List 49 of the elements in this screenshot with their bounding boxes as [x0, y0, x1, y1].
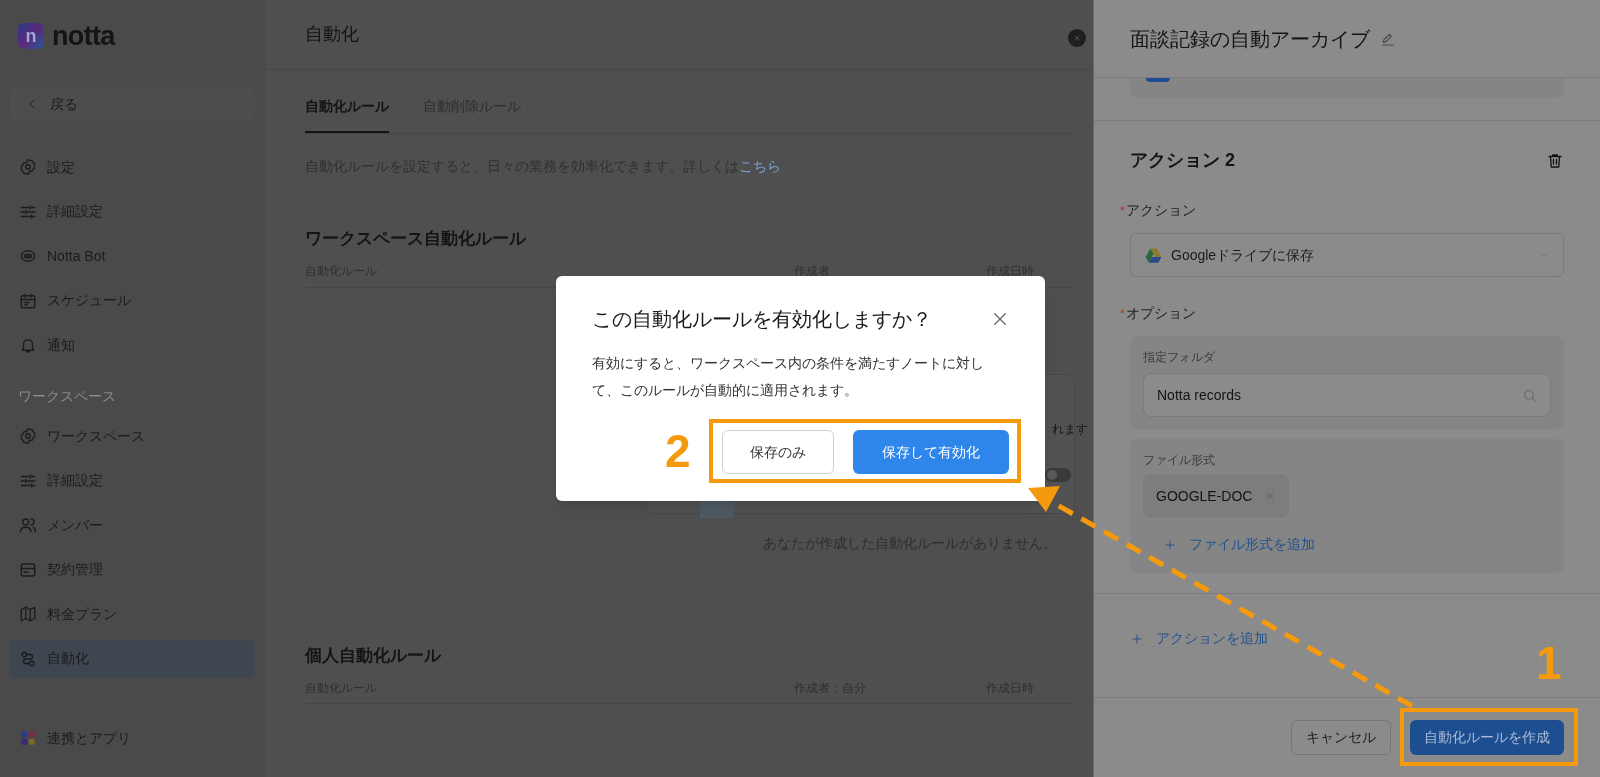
field-label: *オプション: [1120, 304, 1197, 323]
drawer-title: 面談記録の自動アーカイブ: [1130, 26, 1370, 52]
save-and-enable-button[interactable]: 保存して有効化: [853, 430, 1009, 474]
icon-fragment: [1146, 78, 1170, 82]
step-number: 2: [665, 428, 691, 474]
step-number: 1: [1536, 640, 1562, 686]
help-link[interactable]: こちら: [739, 156, 781, 177]
gear-icon: [19, 427, 37, 445]
dialog-title: この自動化ルールを有効化しますか？: [592, 307, 932, 332]
section-title: ワークスペース自動化ルール: [305, 228, 528, 250]
logo-mark: n: [18, 23, 44, 49]
field-label: 指定フォルダ: [1143, 349, 1216, 366]
trash-icon: [1546, 151, 1564, 170]
people-icon: [19, 516, 37, 534]
field-label: *アクション: [1120, 201, 1197, 220]
field-label: ファイル形式: [1143, 452, 1216, 469]
close-button[interactable]: [991, 310, 1009, 328]
calendar-icon: [19, 291, 37, 310]
page-title: 自動化: [305, 23, 359, 46]
format-tag: GOOGLE-DOC: [1143, 474, 1290, 518]
cancel-button[interactable]: キャンセル: [1291, 720, 1391, 755]
section-label: ワークスペース: [17, 387, 117, 406]
drive-icon: [1144, 245, 1163, 265]
close-icon: [991, 310, 1009, 328]
create-rule-button[interactable]: 自動化ルールを作成: [1410, 720, 1564, 755]
bell-icon: [19, 336, 37, 354]
section-title: 個人自動化ルール: [305, 644, 443, 667]
dialog-message: 有効にすると、ワークスペース内の条件を満たすノートに対して、このルールが自動的に適用されます。: [592, 354, 985, 400]
bot-icon: [19, 247, 37, 265]
sliders-icon: [19, 471, 37, 490]
sliders-icon: [19, 202, 37, 221]
search-icon: [1522, 387, 1537, 403]
close-drawer-button[interactable]: [1068, 29, 1086, 47]
plus-icon: [1130, 631, 1144, 646]
gear-icon: [19, 158, 37, 176]
map-icon: [19, 605, 37, 623]
tab[interactable]: 自動化ルール: [305, 96, 389, 133]
action-select[interactable]: Googleドライブに保存: [1130, 233, 1564, 277]
save-only-button[interactable]: 保存のみ: [722, 430, 834, 474]
folder-field[interactable]: Notta records: [1143, 373, 1551, 417]
close-icon: [1072, 33, 1082, 43]
delete-button[interactable]: [1546, 151, 1564, 170]
card-icon: [19, 560, 37, 579]
add-action-button[interactable]: アクションを追加: [1130, 628, 1268, 649]
action-heading: アクション 2: [1130, 149, 1235, 172]
add-format-button[interactable]: ファイル形式を追加: [1163, 534, 1315, 555]
apps-icon: [19, 729, 37, 747]
flow-icon: [19, 649, 37, 668]
plus-icon: [1163, 537, 1177, 552]
